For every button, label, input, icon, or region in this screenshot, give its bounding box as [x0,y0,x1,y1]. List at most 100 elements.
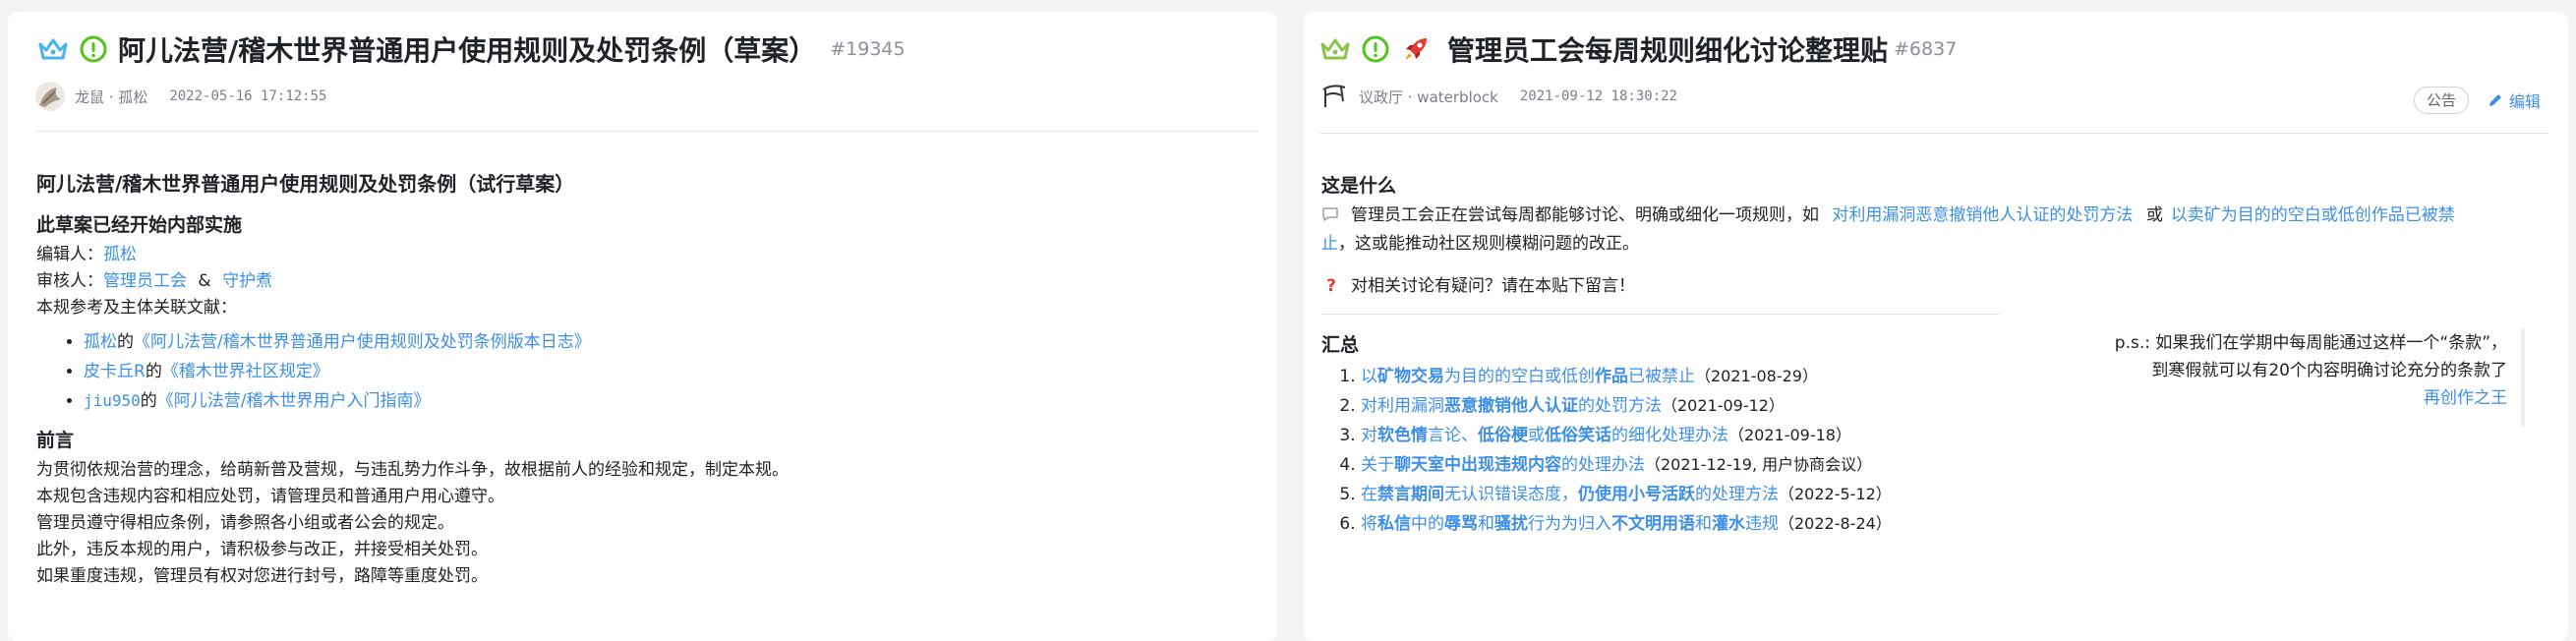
pencil-icon [2488,92,2503,108]
rocket-icon [1400,33,1432,65]
summary-date: （2021-08-29） [1695,367,1818,385]
summary-keyword: 灌水 [1712,514,1745,534]
summary-text: 已被禁止 [1628,367,1695,386]
ref-of: 的 [145,362,162,381]
crown-icon [1319,33,1351,65]
what-heading: 这是什么 [1321,175,1397,197]
what-link-1[interactable]: 对利用漏洞恶意撤销他人认证的处罚方法 [1832,205,2133,225]
ps-line-2: 到寒假就可以有20个内容明确讨论充分的条款了 [2151,361,2507,380]
summary-item: 在禁言期间无认识错误态度，仍使用小号活跃的处理方法（2022-5-12） [1361,480,2531,509]
summary-text: 或 [1528,426,1545,445]
author[interactable]: 龙鼠 · 孤松 [75,87,147,107]
post-time: 2022-05-16 17:12:55 [169,88,327,104]
reviewer-link-2[interactable]: 守护煮 [222,271,272,291]
ref-doc-link[interactable]: 《阿儿法营/稽木世界用户入门指南》 [157,391,431,411]
summary-keyword: 不文明用语 [1611,514,1695,534]
summary-date: （2021-09-18） [1728,426,1851,444]
summary-text: 关于 [1361,455,1394,475]
summary-link[interactable]: 以矿物交易为目的的空白或低创作品已被禁止 [1361,367,1695,386]
summary-text: 和 [1695,514,1712,534]
ps-line-1: p.s.: 如果我们在学期中每周能通过这样一个“条款”， [2114,333,2507,353]
question-text: 对相关讨论有疑问？请在本贴下留言！ [1351,276,1635,296]
summary-text: 的处理办法 [1561,455,1645,475]
announcement-tag[interactable]: 公告 [2414,87,2470,114]
ref-list: 孤松的《阿儿法营/稽木世界普通用户使用规则及处罚条例版本日志》 皮卡丘R的《稽木… [36,327,1246,416]
author[interactable]: 议政厅 · waterblock [1359,87,1498,107]
summary-keyword: 聊天室中出现违规内容 [1394,455,1561,475]
list-item: 孤松的《阿儿法营/稽木世界普通用户使用规则及处罚条例版本日志》 [84,327,1246,357]
summary-text: 中的 [1411,514,1444,534]
post-id: #6837 [1894,38,1958,60]
preface-line: 本规包含违规内容和相应处罚，请管理员和普通用户用心遵守。 [36,487,504,506]
summary-keyword: 私信 [1377,514,1411,534]
what-link-2-cont[interactable]: 止 [1321,234,1338,254]
summary-link[interactable]: 关于聊天室中出现违规内容的处理办法 [1361,455,1645,475]
summary-link[interactable]: 将私信中的辱骂和骚扰行为为归入不文明用语和灌水违规 [1361,514,1779,534]
summary-keyword: 禁言期间 [1377,485,1444,504]
left-meta-row: 龙鼠 · 孤松 2022-05-16 17:12:55 [35,81,326,112]
summary-keyword: 辱骂 [1444,514,1478,534]
question-line: ? 对相关讨论有疑问？请在本贴下留言！ [1321,273,2531,300]
preface-heading: 前言 [36,430,75,451]
preface-line: 管理员遵守得相应条例，请参照各小组或者公会的规定。 [36,513,454,533]
ref-user-link[interactable]: 孤松 [84,332,117,352]
summary-item: 将私信中的辱骂和骚扰行为为归入不文明用语和灌水违规（2022-8-24） [1361,509,2531,539]
editor-label: 编辑人： [36,245,103,264]
ref-of: 的 [117,332,134,352]
post-time: 2021-09-12 18:30:22 [1519,88,1677,104]
summary-keyword: 恶意撤销他人认证 [1444,396,1578,416]
avatar[interactable] [1319,82,1349,111]
reviewer-link-1[interactable]: 管理员工会 [103,271,187,291]
summary-date: （2021-09-12） [1662,396,1785,415]
reviewer-label: 审核人： [36,271,103,291]
post-title[interactable]: 阿儿法营/稽木世界普通用户使用规则及处罚条例（草案） [118,29,816,69]
summary-keyword: 仍使用小号活跃 [1578,485,1695,504]
question-mark-icon: ? [1326,276,1336,296]
divider [1321,314,2000,315]
avatar[interactable] [35,82,65,111]
summary-keyword: 骚扰 [1494,514,1528,534]
ref-user-link[interactable]: 皮卡丘R [84,362,146,381]
reviewer-line: 审核人：管理员工会 & 守护煮 [36,268,1246,295]
summary-keyword: 软色情 [1377,426,1428,445]
post-title[interactable]: 管理员工会每周规则细化讨论整理贴 [1447,29,1888,69]
ps-link[interactable]: 再创作之王 [2424,388,2507,408]
preface-line: 为贯彻依规治营的理念，给萌新普及营规，与违乱势力作斗争，故根据前人的经验和规定，… [36,460,789,480]
amp: & [198,271,211,291]
summary-keyword: 作品 [1595,367,1628,386]
summary-keyword: 矿物交易 [1377,367,1444,386]
preface-line: 此外，违反本规的用户，请积极参与改正，并接受相关处罚。 [36,540,488,559]
speech-bubble-icon [1321,204,1341,231]
left-title-row: 阿儿法营/稽木世界普通用户使用规则及处罚条例（草案） #19345 [37,26,906,73]
divider [35,131,1259,132]
summary-link[interactable]: 在禁言期间无认识错误态度，仍使用小号活跃的处理方法 [1361,485,1779,504]
summary-item: 关于聊天室中出现违规内容的处理办法（2021-12-19, 用户协商会议） [1361,450,2531,480]
summary-text: 对利用漏洞 [1361,396,1444,416]
ref-user-link[interactable]: jiu950 [84,391,141,410]
edit-label: 编辑 [2509,92,2542,111]
editor-link[interactable]: 孤松 [103,245,137,264]
summary-link[interactable]: 对利用漏洞恶意撤销他人认证的处罚方法 [1361,396,1662,416]
summary-text: 为目的的空白或低创 [1444,367,1595,386]
left-body: 阿儿法营/稽木世界普通用户使用规则及处罚条例（试行草案） 此草案已经开始内部实施… [36,167,1246,590]
list-item: jiu950的《阿儿法营/稽木世界用户入门指南》 [84,386,1246,416]
right-title-row: 管理员工会每周规则细化讨论整理贴 #6837 [1319,26,1957,73]
preface-line: 如果重度违规，管理员有权对您进行封号，路障等重度处罚。 [36,566,488,586]
what-text-2: ，这或能推动社区规则模糊问题的改正。 [1338,234,1639,254]
summary-text: 和 [1478,514,1494,534]
summary-date: （2021-12-19, 用户协商会议） [1645,455,1873,474]
editor-line: 编辑人：孤松 [36,242,1246,268]
ref-doc-link[interactable]: 《稽木世界社区规定》 [162,362,329,381]
what-or: 或 [2145,205,2163,225]
refs-intro: 本规参考及主体关联文献： [36,298,237,318]
ref-doc-link[interactable]: 《阿儿法营/稽木世界普通用户使用规则及处罚条例版本日志》 [134,332,591,352]
what-link-2[interactable]: 以卖矿为目的的空白或低创作品已被禁 [2171,205,2455,225]
edit-button[interactable]: 编辑 [2488,87,2541,114]
ref-of: 的 [140,391,157,411]
summary-text: 将 [1361,514,1377,534]
summary-text: 的处理方法 [1695,485,1779,504]
crown-icon [37,33,69,65]
summary-text: 的处罚方法 [1578,396,1662,416]
summary-text: 违规 [1745,514,1779,534]
summary-link[interactable]: 对软色情言论、低俗梗或低俗笑话的细化处理办法 [1361,426,1728,445]
